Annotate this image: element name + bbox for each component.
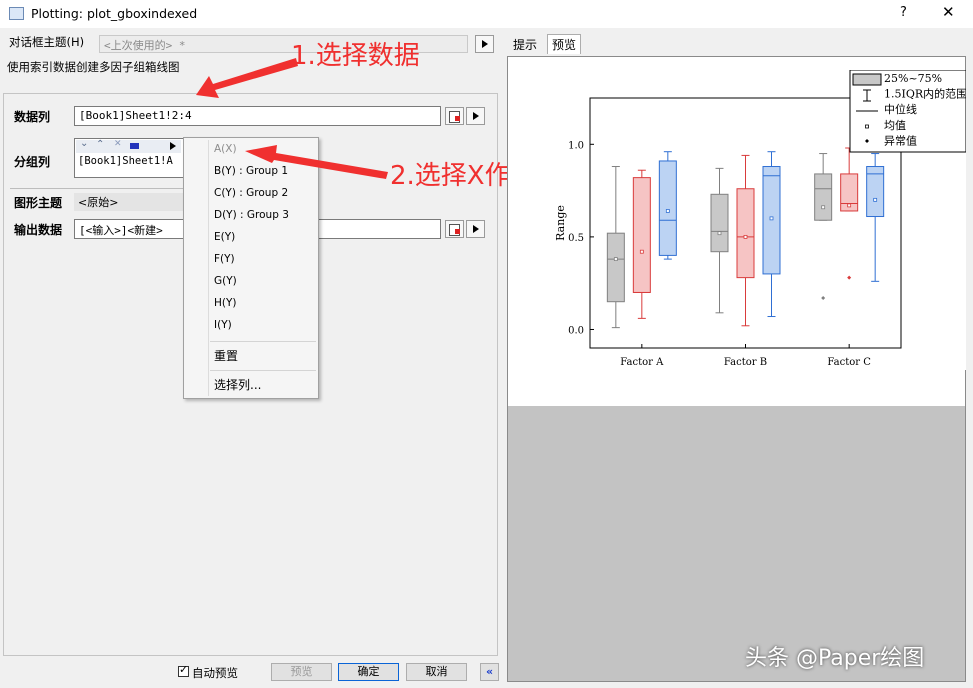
- mean-marker: [847, 203, 852, 208]
- auto-preview-checkbox[interactable]: ✓: [178, 663, 189, 677]
- mean-marker: [639, 249, 644, 254]
- mean-marker: [769, 216, 774, 221]
- outlier-marker: [847, 275, 852, 280]
- menu-separator: [210, 370, 316, 371]
- mean-marker: [665, 209, 670, 213]
- box: [814, 173, 833, 221]
- output-data-menu-button[interactable]: [466, 220, 485, 238]
- menu-item-e[interactable]: E(Y): [214, 231, 235, 243]
- separator: [10, 188, 185, 189]
- graph-theme-label: 图形主题: [14, 196, 63, 210]
- watermark: 头条 @Paper绘图: [745, 646, 925, 671]
- graph-theme-combo[interactable]: <原始>: [74, 193, 183, 211]
- group-menu-arrow-icon[interactable]: [170, 142, 176, 150]
- tab-preview[interactable]: 预览: [547, 34, 582, 54]
- ok-button[interactable]: 确定: [338, 663, 399, 681]
- box: [632, 177, 651, 293]
- x-tick-label: Factor B: [724, 357, 767, 368]
- auto-preview-label: 自动预览: [192, 666, 238, 680]
- box: [710, 193, 729, 253]
- group-column-label: 分组列: [14, 155, 51, 169]
- menu-item-i[interactable]: I(Y): [214, 319, 232, 331]
- x-tick-label: Factor C: [827, 357, 871, 368]
- box-chart: 0.0 0.5 1.0 Range Factor A Factor B Factor C 25…: [554, 70, 966, 368]
- legend-entry: 异常值: [884, 134, 917, 147]
- box: [606, 232, 625, 303]
- menu-item-select-columns[interactable]: 选择列...: [214, 376, 261, 393]
- y-axis-label: Range: [554, 205, 567, 241]
- collapse-button[interactable]: «: [480, 663, 499, 681]
- tab-hints[interactable]: 提示: [509, 35, 541, 54]
- data-range-menu-button[interactable]: [466, 107, 485, 125]
- menu-item-b[interactable]: B(Y) : Group 1: [214, 165, 288, 177]
- mean-marker: [743, 234, 748, 239]
- description-text: 使用索引数据创建多因子组箱线图: [7, 60, 180, 74]
- remove-icon[interactable]: ✕: [114, 139, 122, 149]
- legend-box-icon: [852, 73, 882, 86]
- legend-mean-icon: [865, 124, 869, 129]
- menu-item-f[interactable]: F(Y): [214, 253, 235, 265]
- output-data-select-icon[interactable]: [445, 220, 464, 238]
- column-select-menu: A(X) B(Y) : Group 1 C(Y) : Group 2 D(Y) …: [183, 137, 319, 399]
- close-button[interactable]: ✕: [942, 3, 955, 21]
- menu-item-c[interactable]: C(Y) : Group 2: [214, 187, 288, 199]
- checkmark-icon: ✓: [179, 663, 189, 676]
- window-app-icon: [9, 7, 24, 20]
- mean-marker: [613, 257, 618, 262]
- outlier-marker: [821, 296, 826, 300]
- menu-item-d[interactable]: D(Y) : Group 3: [214, 209, 289, 221]
- add-icon[interactable]: [130, 143, 139, 149]
- menu-item-reset[interactable]: 重置: [214, 347, 238, 364]
- group-column-box[interactable]: ⌄ ⌃ ✕ [Book1]Sheet1!A: [74, 138, 185, 178]
- menu-item-a[interactable]: A(X): [214, 143, 237, 155]
- annotation-step1: 1.选择数据: [291, 41, 420, 71]
- output-data-label: 输出数据: [14, 223, 63, 237]
- mean-marker: [821, 205, 826, 210]
- group-column-value: [Book1]Sheet1!A: [78, 155, 173, 167]
- legend-entry: 中位线: [884, 102, 917, 116]
- legend-entry: 均值: [884, 119, 906, 132]
- box: [658, 160, 677, 256]
- group-column-toolbar: ⌄ ⌃ ✕: [76, 138, 181, 153]
- data-range-label: 数据列: [14, 110, 51, 124]
- box: [736, 188, 755, 279]
- dialog-theme-label: 对话框主题(H): [9, 35, 85, 49]
- y-tick-label: 1.0: [568, 140, 584, 151]
- data-range-input[interactable]: [Book1]Sheet1!2:4: [74, 106, 441, 126]
- menu-separator: [210, 341, 316, 342]
- move-up-icon[interactable]: ⌃: [96, 139, 104, 150]
- arrow-1: [196, 58, 298, 98]
- legend-entry: 1.5IQR内的范围: [884, 87, 966, 101]
- y-tick-label: 0.0: [568, 325, 584, 336]
- move-down-icon[interactable]: ⌄: [80, 138, 88, 149]
- mean-marker: [873, 197, 878, 202]
- mean-marker: [717, 231, 722, 236]
- title-bar: Plotting: plot_gboxindexed ? ✕: [0, 0, 973, 28]
- help-button[interactable]: ?: [900, 5, 907, 20]
- x-tick-label: Factor A: [620, 357, 664, 368]
- preview-button[interactable]: 预览: [271, 663, 332, 681]
- theme-menu-button[interactable]: [475, 35, 494, 53]
- window-title: Plotting: plot_gboxindexed: [31, 6, 198, 21]
- legend-entry: 25%~75%: [884, 72, 942, 85]
- y-tick-label: 0.5: [568, 233, 584, 244]
- data-range-select-icon[interactable]: [445, 107, 464, 125]
- cancel-button[interactable]: 取消: [406, 663, 467, 681]
- menu-item-g[interactable]: G(Y): [214, 275, 237, 287]
- menu-item-h[interactable]: H(Y): [214, 297, 237, 309]
- menu-gutter: [208, 140, 209, 396]
